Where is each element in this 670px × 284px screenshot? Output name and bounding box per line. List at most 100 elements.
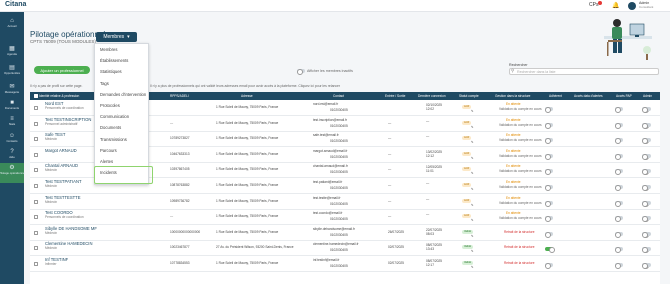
table-row[interactable]: Test TESTTESTTE Médecin 10989736782 1 Rue S… [30, 195, 660, 210]
column-header[interactable]: Entrée / Sortie [385, 94, 405, 98]
column-header[interactable]: Admin [643, 94, 652, 98]
adherent-toggle[interactable] [545, 107, 553, 113]
email[interactable]: test.inscription@email.fr [313, 118, 347, 123]
table-row[interactable]: Test COORDO Personnels de coordination ---… [30, 210, 660, 226]
sidebar-item-pilotage-op-rationnel[interactable]: ⚙ Pilotage opérationnel [0, 163, 25, 183]
column-header[interactable]: Identité relative & profession [39, 94, 79, 98]
admin-toggle[interactable] [642, 153, 650, 160]
adherent-toggle[interactable] [545, 263, 553, 269]
sidebar-item-messagerie[interactable]: ✉ Messagerie [0, 82, 24, 98]
status-edit-icon[interactable]: ✎ [471, 156, 474, 161]
sidebar-item-agenda[interactable]: ▦ Agenda [0, 44, 24, 60]
admin-toggle[interactable] [642, 107, 650, 113]
member-name[interactable]: Margot ARNAUD [45, 148, 77, 153]
status-edit-icon[interactable]: ✎ [471, 172, 474, 176]
column-header[interactable]: Accès PAP [616, 94, 632, 98]
alert-access-toggle[interactable] [615, 153, 623, 160]
row-checkbox[interactable] [34, 168, 38, 173]
adherent-toggle[interactable] [545, 169, 553, 176]
alert-access-toggle[interactable] [615, 247, 623, 254]
row-checkbox[interactable] [34, 137, 38, 142]
admin-toggle[interactable] [642, 138, 650, 145]
show-inactive-toggle[interactable] [297, 69, 305, 75]
status-edit-icon[interactable]: ✎ [471, 265, 474, 270]
row-checkbox[interactable] [34, 246, 38, 251]
status-edit-icon[interactable]: ✎ [471, 234, 474, 239]
column-header[interactable]: Contact [333, 94, 344, 98]
menu-item-alertes[interactable]: Alertes [100, 159, 113, 164]
table-row[interactable]: Sibylle DE HANDSOME MF Médecin 10000000000… [30, 226, 660, 241]
email[interactable]: test.coordo@email.fr [313, 211, 342, 216]
status-edit-icon[interactable]: ✎ [471, 140, 474, 145]
table-row[interactable]: Clementine HAMEDECIN Médecin 10023467877 27… [30, 241, 660, 257]
admin-toggle[interactable] [642, 247, 650, 254]
email[interactable]: test.patiant@email.fr [313, 180, 342, 185]
adherent-toggle[interactable] [545, 122, 553, 129]
brand-logo[interactable]: Citana [5, 1, 26, 8]
admin-toggle[interactable] [642, 263, 650, 269]
row-checkbox[interactable] [34, 230, 38, 235]
email[interactable]: chantal.arnaud@email.fr [313, 165, 348, 169]
bell-icon[interactable]: 🔔 [612, 2, 619, 9]
email[interactable]: clementine.hamedecin@email.fr [313, 243, 359, 247]
alert-access-toggle[interactable] [615, 138, 623, 145]
sidebar-item-opportunit-s[interactable]: ▤ Opportunités [0, 63, 24, 79]
alert-access-toggle[interactable] [615, 231, 623, 238]
status-edit-icon[interactable]: ✎ [471, 125, 474, 130]
column-header[interactable]: Statut compte [459, 94, 479, 98]
column-header[interactable]: Accès data d'alertes [574, 94, 603, 98]
adherent-toggle[interactable] [545, 138, 553, 145]
avatar[interactable] [628, 2, 636, 10]
structure-status[interactable]: En attente [506, 196, 521, 201]
select-all-checkbox[interactable] [34, 94, 38, 98]
menu-item-tags[interactable]: Tags [100, 81, 109, 86]
status-edit-icon[interactable]: ✎ [471, 187, 474, 192]
email[interactable]: sibylle.dehandsome@email.fr [313, 227, 355, 232]
menu-item-demandes-d-intervention[interactable]: Demandes d'intervention [100, 92, 146, 97]
admin-toggle[interactable] [642, 216, 650, 223]
alert-access-toggle[interactable] [615, 263, 623, 269]
alert-access-toggle[interactable] [615, 122, 623, 129]
admin-toggle[interactable] [642, 122, 650, 129]
alert-access-toggle[interactable] [615, 200, 623, 207]
alert-access-toggle[interactable] [615, 169, 623, 176]
adherent-toggle[interactable] [545, 200, 553, 207]
row-checkbox[interactable] [34, 215, 38, 220]
row-checkbox[interactable] [34, 121, 38, 126]
adherent-toggle[interactable] [545, 153, 553, 160]
alert-access-toggle[interactable] [615, 185, 623, 191]
adherent-toggle[interactable] [545, 231, 553, 238]
sidebar-item-aide[interactable]: ? Aide [0, 147, 24, 163]
email[interactable]: test.testte@email.fr [313, 196, 341, 201]
menu-item-communication[interactable]: Communication [100, 114, 129, 119]
admin-toggle[interactable] [642, 231, 650, 238]
email[interactable]: nord.est@email.fr [313, 102, 338, 107]
menu-item-documents[interactable]: Documents [100, 125, 121, 130]
adherent-toggle[interactable] [545, 216, 553, 223]
status-edit-icon[interactable]: ✎ [471, 203, 474, 208]
member-name[interactable]: Test TESTINSCRIPTION [45, 117, 91, 122]
column-header[interactable]: Adresse [241, 94, 253, 98]
structure-status[interactable]: En attente [506, 118, 521, 123]
member-name[interactable]: Test TESTTESTTE [45, 195, 81, 200]
menu-item-protocoles[interactable]: Protocoles [100, 103, 120, 108]
relaunch-link[interactable]: Il n'y a plus de professionnels qui ont … [150, 84, 340, 88]
row-checkbox[interactable] [34, 152, 38, 157]
menu-item-etablissements[interactable]: Établissements [100, 58, 128, 63]
email[interactable]: safe.test@email.fr [313, 133, 339, 138]
row-checkbox[interactable] [34, 199, 38, 204]
menu-item-parcours[interactable]: Parcours [100, 148, 117, 153]
row-checkbox[interactable] [34, 106, 38, 110]
email[interactable]: inf.testinf@email.fr [313, 258, 339, 263]
table-row[interactable]: Inf TESTINF Infirmier 10778834553 1 Rue Sol… [30, 257, 660, 272]
status-edit-icon[interactable]: ✎ [471, 109, 474, 114]
column-header[interactable]: Adhérent [549, 94, 562, 98]
admin-toggle[interactable] [642, 200, 650, 207]
menu-item-transmissions[interactable]: Transmissions [100, 137, 127, 142]
members-menu-button[interactable]: Membres ▾ [96, 32, 137, 42]
sidebar-item-documents[interactable]: ■ Documents [0, 98, 24, 114]
row-checkbox[interactable] [34, 262, 38, 266]
sidebar-item-stats[interactable]: ≡ Stats [0, 114, 24, 130]
alert-access-toggle[interactable] [615, 216, 623, 223]
column-header[interactable]: Gestion dans la structure [495, 94, 530, 98]
